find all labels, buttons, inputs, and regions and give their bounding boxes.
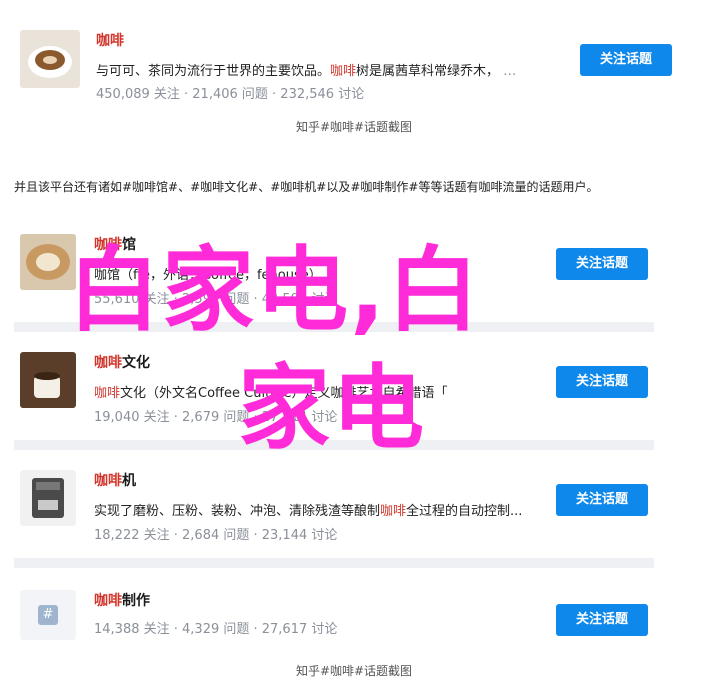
divider-bar bbox=[14, 558, 654, 568]
desc-text: 与可可、茶同为流行于世界的主要饮品。 bbox=[96, 64, 331, 79]
topic-title[interactable]: 咖啡文化 bbox=[94, 352, 150, 372]
watermark-line2: 家电 bbox=[238, 355, 427, 462]
title-rest: 文化 bbox=[122, 355, 150, 371]
top-topic-card: 咖啡 与可可、茶同为流行于世界的主要饮品。咖啡树是属茜草科常绿乔木， … 450… bbox=[0, 20, 708, 110]
topic-card-coffee-making: # 咖啡制作 14,388 关注 · 4,329 问题 · 27,617 讨论 … bbox=[0, 584, 708, 644]
coffee-cup-thumbnail bbox=[20, 30, 80, 88]
topic-title[interactable]: 咖啡 bbox=[96, 30, 124, 50]
topic-title[interactable]: 咖啡机 bbox=[94, 470, 136, 490]
title-highlight: 咖啡 bbox=[94, 355, 122, 371]
topic-card-coffee-machine: 咖啡机 实现了磨粉、压粉、装粉、冲泡、清除残渣等酿制咖啡全过程的自动控制... … bbox=[0, 464, 708, 554]
hashtag-thumbnail: # bbox=[20, 590, 76, 640]
more-icon[interactable]: … bbox=[503, 64, 516, 79]
follow-topic-button[interactable]: 关注话题 bbox=[580, 44, 672, 76]
desc-text: 全过程的自动控制... bbox=[406, 504, 523, 519]
paragraph-text: 并且该平台还有诸如#咖啡馆#、#咖啡文化#、#咖啡机#以及#咖啡制作#等等话题有… bbox=[14, 180, 599, 194]
follow-topic-button[interactable]: 关注话题 bbox=[556, 366, 648, 398]
desc-highlight: 咖啡 bbox=[330, 64, 357, 79]
hashtag-icon: # bbox=[38, 605, 58, 625]
topic-description: 实现了磨粉、压粉、装粉、冲泡、清除残渣等酿制咖啡全过程的自动控制... bbox=[94, 500, 522, 519]
follow-topic-button[interactable]: 关注话题 bbox=[556, 484, 648, 516]
caption-bottom: 知乎#咖啡#话题截图 bbox=[295, 664, 413, 678]
coffee-machine-thumbnail bbox=[20, 470, 76, 526]
title-highlight: 咖啡 bbox=[94, 473, 122, 489]
follow-topic-button[interactable]: 关注话题 bbox=[556, 604, 648, 636]
topic-description: 与可可、茶同为流行于世界的主要饮品。咖啡树是属茜草科常绿乔木， … bbox=[96, 60, 516, 79]
desc-highlight: 咖啡 bbox=[380, 504, 407, 519]
desc-highlight: 咖啡 bbox=[94, 386, 121, 401]
topic-title[interactable]: 咖啡制作 bbox=[94, 590, 150, 610]
title-highlight: 咖啡 bbox=[94, 593, 122, 609]
topic-stats: 450,089 关注 · 21,406 问题 · 232,546 讨论 bbox=[96, 87, 365, 102]
title-rest: 机 bbox=[122, 473, 136, 489]
coffee-culture-thumbnail bbox=[20, 352, 76, 408]
topic-stats: 14,388 关注 · 4,329 问题 · 27,617 讨论 bbox=[94, 622, 338, 637]
desc-text: 实现了磨粉、压粉、装粉、冲泡、清除残渣等酿制 bbox=[94, 504, 381, 519]
desc-text: 树是属茜草科常绿乔木， bbox=[356, 64, 500, 79]
topic-stats: 18,222 关注 · 2,684 问题 · 23,144 讨论 bbox=[94, 528, 338, 543]
title-rest: 制作 bbox=[122, 593, 150, 609]
caption-top: 知乎#咖啡#话题截图 bbox=[295, 120, 413, 134]
follow-topic-button[interactable]: 关注话题 bbox=[556, 248, 648, 280]
watermark-line1: 白家电,白 bbox=[68, 237, 481, 344]
